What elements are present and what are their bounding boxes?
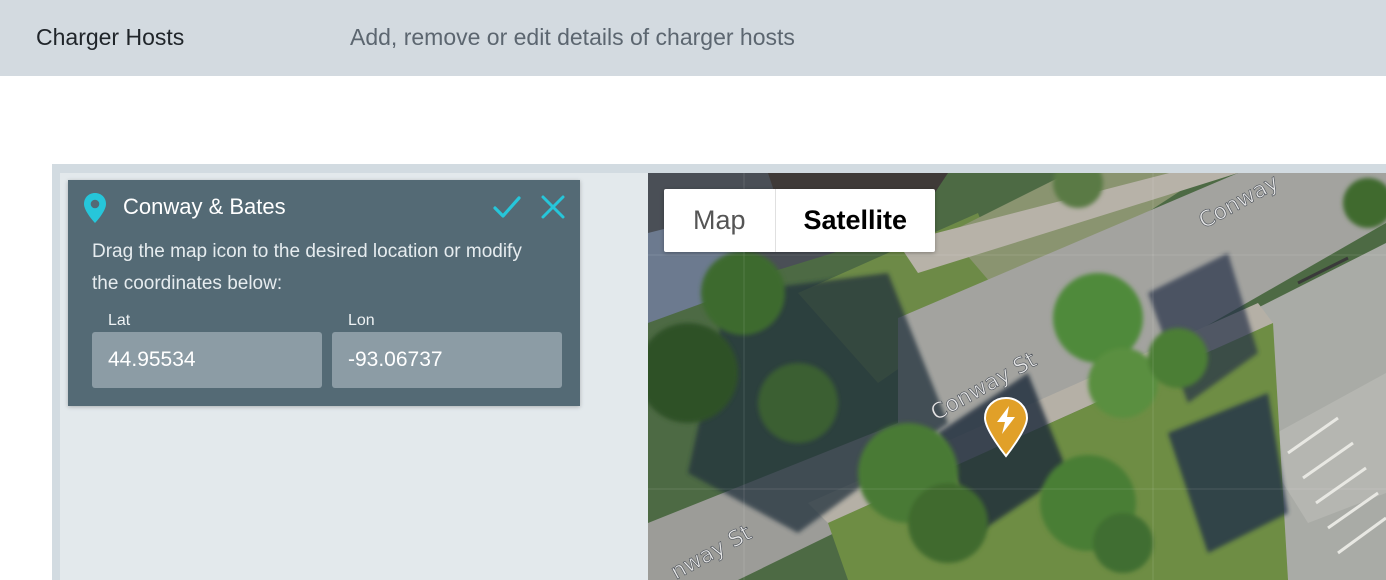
map-pin-icon [84, 193, 106, 223]
close-icon[interactable] [540, 194, 566, 220]
lon-input[interactable] [332, 332, 562, 388]
location-name: Conway & Bates [123, 194, 286, 219]
map-view-button[interactable]: Map [664, 189, 776, 252]
check-icon[interactable] [492, 194, 522, 220]
page-title: Charger Hosts [36, 24, 185, 50]
lat-label: Lat [108, 312, 131, 329]
lat-input[interactable] [92, 332, 322, 388]
lon-label: Lon [348, 312, 375, 329]
location-edit-panel: Conway & Bates Drag the map icon to the … [68, 180, 580, 406]
instructions-text: Drag the map icon to the desired locatio… [92, 241, 522, 294]
workspace-top-border [52, 164, 1386, 173]
satellite-view-button[interactable]: Satellite [776, 189, 935, 252]
page-subtitle: Add, remove or edit details of charger h… [350, 24, 795, 50]
map-type-toggle: Map Satellite [664, 189, 935, 252]
page-header: Charger Hosts Add, remove or edit detail… [0, 0, 1386, 76]
workspace-left-border [52, 164, 60, 580]
